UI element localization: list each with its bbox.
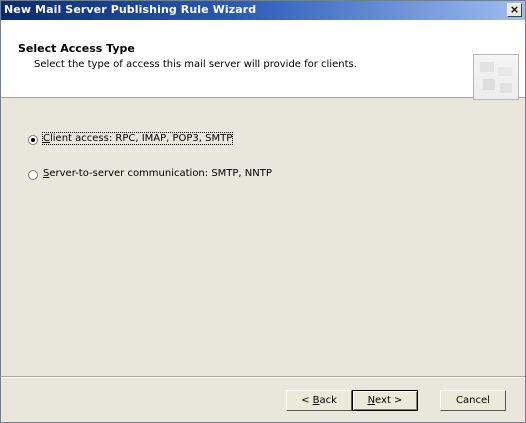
close-button[interactable]: × — [507, 3, 522, 17]
back-prefix: < — [301, 395, 313, 406]
wizard-window: New Mail Server Publishing Rule Wizard ×… — [0, 0, 526, 423]
radio-client-access[interactable] — [28, 135, 38, 145]
next-button[interactable]: Next > — [352, 390, 418, 411]
next-mnemonic: N — [367, 395, 376, 406]
footer-separator — [1, 376, 525, 378]
back-mnemonic: B — [312, 395, 320, 406]
wizard-header: Select Access Type Select the type of ac… — [1, 20, 525, 100]
page-subtitle: Select the type of access this mail serv… — [34, 59, 357, 70]
back-button[interactable]: < Back — [286, 390, 352, 411]
back-rest: ack — [319, 395, 337, 406]
window-title: New Mail Server Publishing Rule Wizard — [4, 3, 257, 16]
close-icon: × — [509, 3, 520, 16]
option-server-to-server-label[interactable]: Server-to-server communication: SMTP, NN… — [43, 168, 272, 179]
wizard-header-icon — [473, 54, 519, 100]
label-text: lient access: RPC, IMAP, POP3, SMTP — [49, 133, 233, 144]
next-rest: ext > — [375, 395, 403, 406]
page-title: Select Access Type — [18, 42, 135, 55]
title-bar[interactable]: New Mail Server Publishing Rule Wizard × — [1, 1, 525, 20]
radio-server-to-server[interactable] — [28, 170, 38, 180]
label-text: erver-to-server communication: SMTP, NNT… — [49, 168, 272, 179]
cancel-button[interactable]: Cancel — [440, 390, 506, 411]
mnemonic-c: C — [43, 133, 50, 144]
option-client-access-label[interactable]: Client access: RPC, IMAP, POP3, SMTP — [41, 132, 234, 145]
